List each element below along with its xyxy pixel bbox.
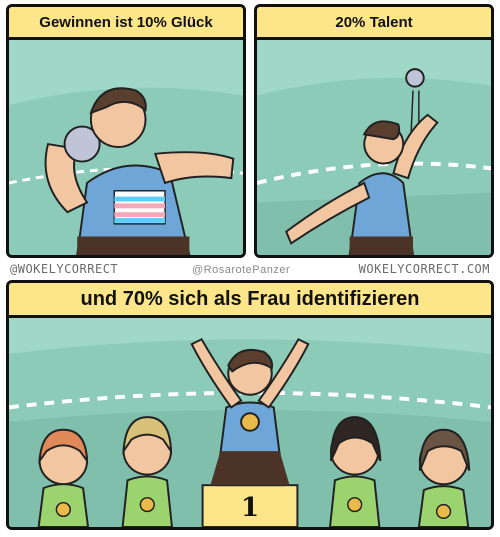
credit-right: WOKELYCORRECT.COM <box>358 262 490 276</box>
podium-first-place-number: 1 <box>241 493 260 523</box>
credit-center: @RosarotePanzer <box>192 264 291 276</box>
comic-panel-3: und 70% sich als Frau identifizieren 1 <box>6 280 494 530</box>
comic-panel-2: 20% Talent <box>254 4 494 258</box>
shot-put-throw-illustration <box>257 37 491 255</box>
comic-panel-1: Gewinnen ist 10% Glück <box>6 4 246 258</box>
panel-2-caption: 20% Talent <box>257 7 491 40</box>
panel-1-caption: Gewinnen ist 10% Glück <box>9 7 243 40</box>
shot-put-windup-illustration <box>9 37 243 255</box>
credit-left: @WOKELYCORRECT <box>10 262 119 276</box>
panel-3-caption: und 70% sich als Frau identifizieren <box>9 283 491 318</box>
